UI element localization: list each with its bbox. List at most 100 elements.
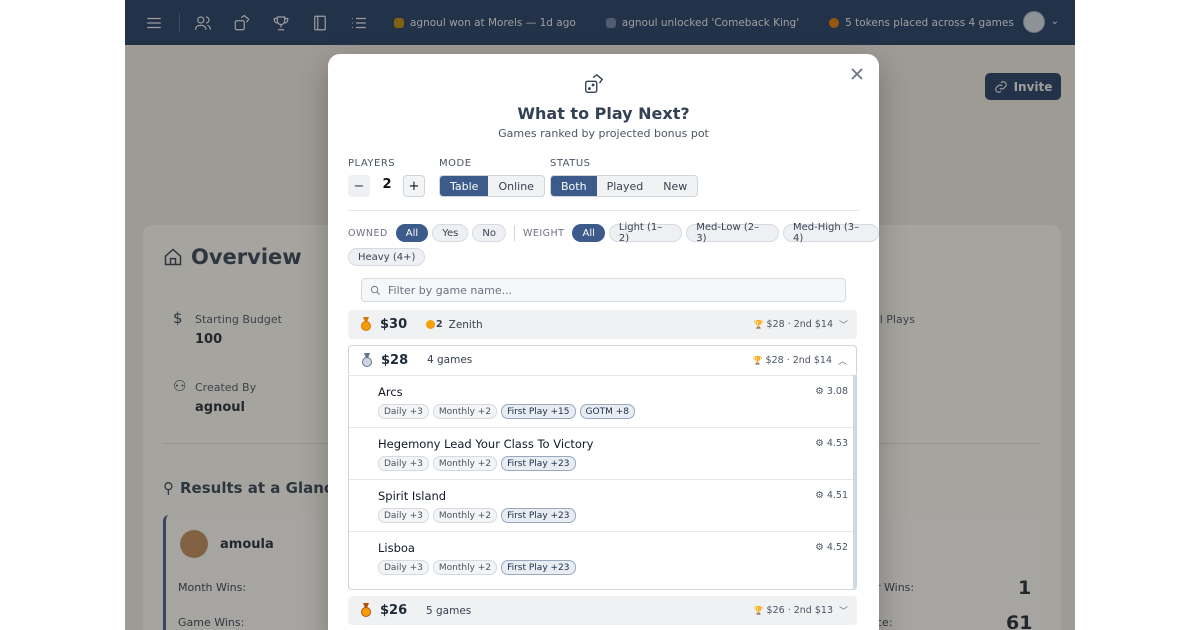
owned-pill-yes[interactable]: Yes	[432, 224, 469, 242]
token-badge: 2	[426, 319, 443, 330]
token-icon	[426, 320, 435, 329]
bonus-tag: First Play +15	[501, 404, 576, 419]
trophy-icon: 🏆	[753, 320, 764, 329]
game-name: Spirit Island	[378, 489, 447, 503]
bonus-tag: Daily +3	[378, 508, 429, 523]
bonus-tag: Daily +3	[378, 560, 429, 575]
chevron-up-icon[interactable]: ︿	[838, 354, 847, 367]
group-info: 2 Zenith	[426, 319, 483, 331]
owned-pill-no[interactable]: No	[472, 224, 506, 242]
owned-label: OWNED	[348, 227, 388, 239]
group-info-text: Zenith	[448, 318, 483, 331]
weight-icon: ⚙	[815, 542, 827, 553]
game-row[interactable]: Hegemony Lead Your Class To Victory ⚙ 4.5…	[349, 427, 856, 479]
group-info-text: 4 games	[427, 354, 473, 366]
game-weight: ⚙ 4.51	[815, 490, 848, 501]
group-info: 4 games	[427, 354, 472, 366]
group-amount: $30	[380, 317, 408, 332]
status-toggle: Both Played New	[550, 175, 699, 197]
trophy-icon: 🏆	[753, 606, 764, 615]
weight-pill[interactable]: Heavy (4+)	[348, 248, 426, 266]
weight-value: 3.08	[826, 386, 848, 397]
bonus-tag: Monthly +2	[432, 560, 498, 575]
bonus-tag: First Play +23	[501, 560, 576, 575]
weight-pill[interactable]: Med-Low (2–3)	[686, 222, 779, 244]
bonus-tag: GOTM +8	[579, 404, 635, 419]
group-pot: 🏆 $28 · 2nd $14	[754, 319, 833, 330]
bonus-tag: First Play +23	[501, 508, 576, 523]
weight-value: 4.53	[826, 438, 848, 449]
game-list: Arcs ⚙ 3.08 Daily +3 Monthly +2 First Play +…	[348, 375, 857, 590]
bonus-group-header[interactable]: $30 2 Zenith 🏆 $28 · 2nd $14 ﹀	[348, 310, 857, 339]
bonus-tags: Daily +3 Monthly +2 First Play +23	[378, 508, 576, 523]
game-weight: ⚙ 4.52	[815, 542, 848, 553]
gold-medal-icon	[361, 317, 371, 331]
mode-option-table[interactable]: Table	[440, 176, 489, 196]
game-name: Lisboa	[378, 541, 415, 555]
chevron-down-icon[interactable]: ﹀	[839, 318, 848, 331]
bonus-tag: Daily +3	[378, 456, 429, 471]
group-amount: $28	[381, 352, 409, 368]
close-button[interactable]	[849, 66, 865, 82]
bonus-tags: Daily +3 Monthly +2 First Play +15 GOTM +8	[378, 404, 635, 419]
weight-icon: ⚙	[815, 386, 827, 397]
players-label: PLAYERS	[348, 158, 396, 169]
bonus-tags: Daily +3 Monthly +2 First Play +23	[378, 456, 576, 471]
status-option-played[interactable]: Played	[597, 176, 654, 196]
group-amount: $26	[380, 603, 408, 618]
group-pot-text: $28 · 2nd $14	[765, 354, 832, 366]
status-label: STATUS	[550, 158, 591, 169]
players-increment-button[interactable]: +	[403, 175, 425, 197]
filter-pills-row: OWNED All Yes No WEIGHT All Light (1–2) Med-Low…	[348, 222, 880, 244]
weight-value: 4.51	[826, 490, 848, 501]
mode-toggle: Table Online	[439, 175, 545, 197]
game-name: Arcs	[378, 385, 403, 399]
modal-title: What to Play Next?	[517, 104, 690, 123]
game-row[interactable]: Arcs ⚙ 3.08 Daily +3 Monthly +2 First Play +…	[349, 375, 856, 427]
chevron-down-icon[interactable]: ﹀	[839, 604, 848, 617]
what-to-play-modal: What to Play Next? Games ranked by proje…	[328, 54, 880, 630]
mode-label: MODE	[439, 158, 472, 169]
group-info-text: 5 games	[426, 604, 472, 617]
trophy-icon: 🏆	[752, 355, 763, 365]
mode-option-online[interactable]: Online	[488, 176, 543, 196]
weight-pill[interactable]: Med-High (3–4)	[783, 222, 880, 244]
status-option-new[interactable]: New	[653, 176, 697, 196]
search-input[interactable]: Filter by game name...	[361, 278, 846, 302]
group-pot: 🏆 $26 · 2nd $13	[754, 605, 833, 616]
dice-icon	[583, 73, 605, 95]
game-name: Hegemony Lead Your Class To Victory	[378, 437, 594, 451]
bonus-group-header[interactable]: $28 4 games 🏆 $28 · 2nd $14 ︿	[348, 345, 857, 374]
close-icon	[851, 68, 863, 80]
weight-pill[interactable]: Light (1–2)	[608, 222, 683, 244]
bonus-tag: Daily +3	[378, 404, 429, 419]
filter-pills-row-2: Heavy (4+)	[348, 248, 426, 266]
search-icon	[370, 285, 380, 295]
weight-pill[interactable]: All	[572, 224, 605, 242]
bonus-group-header[interactable]: $26 5 games 🏆 $26 · 2nd $13 ﹀	[348, 596, 857, 625]
group-pot-text: $26 · 2nd $13	[766, 605, 833, 616]
bonus-tag: Monthly +2	[432, 456, 498, 471]
bonus-tag: Monthly +2	[432, 404, 498, 419]
scrollbar[interactable]	[853, 375, 856, 589]
weight-value: 4.52	[826, 542, 848, 553]
bonus-tag: Monthly +2	[432, 508, 498, 523]
filter-divider	[348, 210, 859, 211]
players-count: 2	[382, 177, 392, 192]
status-option-both[interactable]: Both	[551, 176, 597, 196]
game-weight: ⚙ 4.53	[815, 438, 848, 449]
weight-icon: ⚙	[815, 438, 827, 449]
game-row[interactable]: Lisboa ⚙ 4.52 Daily +3 Monthly +2 First Play…	[349, 531, 856, 583]
group-info: 5 games	[426, 605, 471, 617]
bonus-tags: Daily +3 Monthly +2 First Play +23	[378, 560, 576, 575]
group-pot: 🏆 $28 · 2nd $14	[753, 355, 832, 366]
modal-subtitle: Games ranked by projected bonus pot	[498, 127, 709, 140]
search-placeholder: Filter by game name...	[388, 283, 513, 297]
weight-label: WEIGHT	[522, 227, 565, 239]
players-decrement-button[interactable]: −	[348, 175, 370, 197]
pill-divider	[513, 225, 515, 241]
silver-medal-icon	[362, 353, 372, 367]
bonus-tag: First Play +23	[501, 456, 576, 471]
game-row[interactable]: Spirit Island ⚙ 4.51 Daily +3 Monthly +2 Fir…	[349, 479, 856, 531]
owned-pill-all[interactable]: All	[395, 224, 429, 242]
